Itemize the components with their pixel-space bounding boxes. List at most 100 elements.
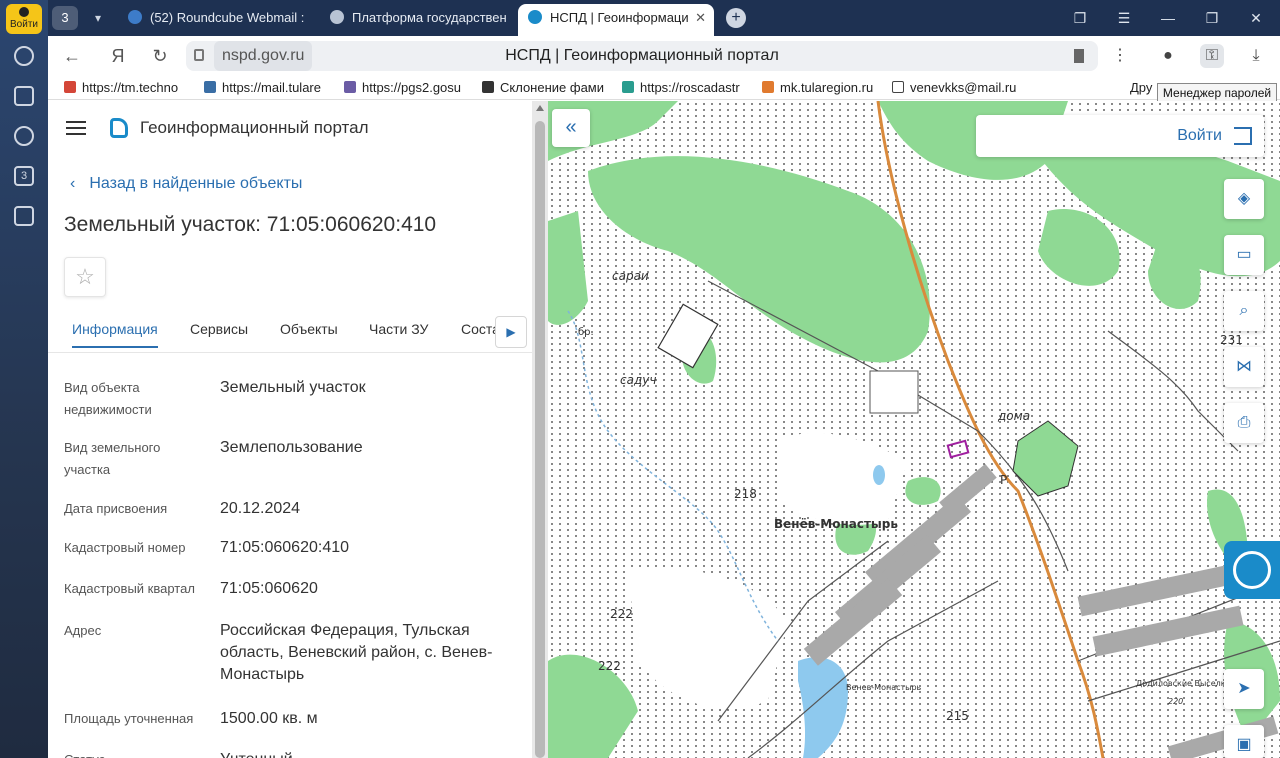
building-block [1077, 565, 1229, 617]
property-key: Адрес [64, 623, 102, 638]
tab-information[interactable]: Информация [72, 321, 158, 348]
map-label: Додиловские Выселки [1136, 679, 1231, 688]
share-icon: ⋈ [1236, 358, 1252, 375]
tab-count-rail-icon[interactable]: 3 [14, 166, 34, 186]
mk-icon [762, 81, 774, 93]
menu-icon[interactable]: ☰ [1112, 6, 1136, 30]
video-play-icon[interactable] [14, 126, 34, 146]
map-label: бр. [578, 327, 594, 338]
gov-eagle-icon [330, 10, 344, 24]
clearing-area [778, 432, 908, 525]
user-icon [19, 7, 29, 17]
omnibox[interactable]: nspd.gov.ru НСПД | Геоинформационный пор… [186, 41, 1098, 71]
map-view[interactable]: сараи садуч бр. 218 Венёв-Монастырь 222 … [548, 101, 1280, 758]
print-button[interactable]: ⎙ [1224, 403, 1264, 443]
history-icon[interactable] [14, 46, 34, 66]
bookmark-item[interactable]: https://pgs2.gosu [344, 79, 470, 97]
area-search-icon: ⌕ [1239, 302, 1249, 319]
bookmarks-bar: https://tm.techno https://mail.tulare ht… [48, 76, 1280, 100]
bookmark-label: mk.tularegion.ru [780, 80, 874, 95]
minimap-icon: ▣ [1236, 736, 1252, 753]
bookmark-label: https://tm.techno [82, 80, 179, 95]
clearing-area [628, 568, 788, 709]
bookmark-label: venevkks@mail.ru [910, 80, 1017, 95]
bookmark-item[interactable]: https://tm.techno [64, 79, 192, 97]
ruler-button[interactable]: ▭ [1224, 235, 1264, 275]
tab-count-badge[interactable]: 3 [52, 6, 78, 30]
doc-icon [892, 81, 904, 93]
print-icon: ⎙ [1237, 414, 1251, 431]
bookmark-item[interactable]: https://mail.tulare [204, 79, 332, 97]
rosreestr-icon [622, 81, 634, 93]
bookmark-label: https://mail.tulare [222, 80, 321, 95]
forest-area [548, 654, 638, 758]
assistant-button[interactable] [1224, 541, 1280, 599]
map-label: 218 [734, 487, 757, 501]
back-arrow-icon[interactable]: ← [60, 44, 84, 68]
bookmark-item[interactable]: Дру [1130, 79, 1160, 97]
forest-area [905, 477, 941, 505]
minimize-icon[interactable]: — [1156, 6, 1180, 30]
map-label: 220 [1168, 697, 1184, 706]
favorite-star-button[interactable]: ☆ [64, 257, 106, 297]
password-manager-icon[interactable]: ⚿ [1200, 44, 1224, 68]
bookmark-item[interactable]: mk.tularegion.ru [762, 79, 882, 97]
collapse-panel-button[interactable]: « [552, 109, 590, 147]
bookmark-icon[interactable] [1074, 49, 1084, 63]
tab-objects[interactable]: Объекты [280, 321, 338, 337]
reload-icon[interactable]: ↻ [148, 44, 172, 68]
map-base-layer [548, 101, 1280, 758]
property-value: 20.12.2024 [220, 500, 301, 517]
close-tab-icon[interactable]: ✕ [695, 4, 706, 32]
tab-list-chevron-icon[interactable]: ▾ [86, 6, 110, 30]
map-label: сараи [612, 269, 649, 283]
back-to-results-link[interactable]: ‹ Назад в найденные объекты [70, 175, 302, 193]
navigation-arrow-icon: ➤ [1237, 680, 1251, 697]
scroll-up-icon[interactable] [536, 105, 544, 111]
tab-label: Платформа государствен [352, 10, 507, 25]
tabs-scroll-right-button[interactable]: ▶ [495, 316, 527, 348]
building-block [803, 578, 903, 666]
gmail-icon [64, 81, 76, 93]
more-vertical-icon[interactable]: ⋮ [1108, 44, 1132, 68]
property-value: 1500.00 кв. м [220, 710, 318, 727]
forest-area [588, 156, 930, 363]
yandex-icon[interactable]: Я [106, 44, 130, 68]
tab-nspd[interactable]: НСПД | Геоинформаци ✕ [518, 4, 714, 36]
hamburger-menu-icon[interactable] [66, 121, 86, 135]
minimap-button[interactable]: ▣ [1224, 725, 1264, 758]
new-tab-button[interactable]: + [726, 8, 746, 28]
extension-icon[interactable]: ● [1156, 44, 1180, 68]
road-line [1107, 330, 1239, 452]
tab-label: (52) Roundcube Webmail : [150, 10, 305, 25]
lake-area [798, 657, 848, 758]
share-button[interactable]: ⋈ [1224, 347, 1264, 387]
bookmark-label: Дру [1130, 80, 1153, 95]
tab-panel-icon[interactable]: ❐ [1068, 6, 1092, 30]
tab-services[interactable]: Сервисы [190, 321, 248, 337]
map-label: 231 [1220, 333, 1243, 347]
layers-button[interactable]: ◈ [1224, 179, 1264, 219]
page-title: НСПД | Геоинформационный портал [505, 47, 779, 64]
double-chevron-left-icon: « [565, 116, 577, 138]
bookmark-label: https://pgs2.gosu [362, 80, 462, 95]
locate-button[interactable]: ➤ [1224, 669, 1264, 709]
bookmark-item[interactable]: venevkks@mail.ru [892, 79, 1024, 97]
screenshot-icon[interactable] [14, 206, 34, 226]
restore-icon[interactable]: ❐ [1200, 6, 1224, 30]
close-window-icon[interactable]: ✕ [1244, 6, 1268, 30]
tab-gov-platform[interactable]: Платформа государствен [330, 4, 510, 32]
scrollbar-thumb[interactable] [535, 121, 545, 758]
map-login-label: Войти [1177, 127, 1222, 144]
tab-parts[interactable]: Части ЗУ [369, 321, 428, 337]
map-login-button[interactable]: Войти [976, 115, 1264, 157]
bookmark-item[interactable]: Склонение фами [482, 79, 610, 97]
panel-scrollbar[interactable] [532, 101, 548, 758]
download-icon[interactable]: ⤓ [1244, 44, 1268, 68]
collections-icon[interactable] [14, 86, 34, 106]
area-search-button[interactable]: ⌕ [1224, 291, 1264, 331]
tab-roundcube[interactable]: (52) Roundcube Webmail : [128, 4, 328, 32]
bookmark-item[interactable]: https://roscadastr [622, 79, 748, 97]
browser-login-button[interactable]: Войти [6, 4, 42, 34]
property-key: Кадастровый номер [64, 540, 186, 555]
